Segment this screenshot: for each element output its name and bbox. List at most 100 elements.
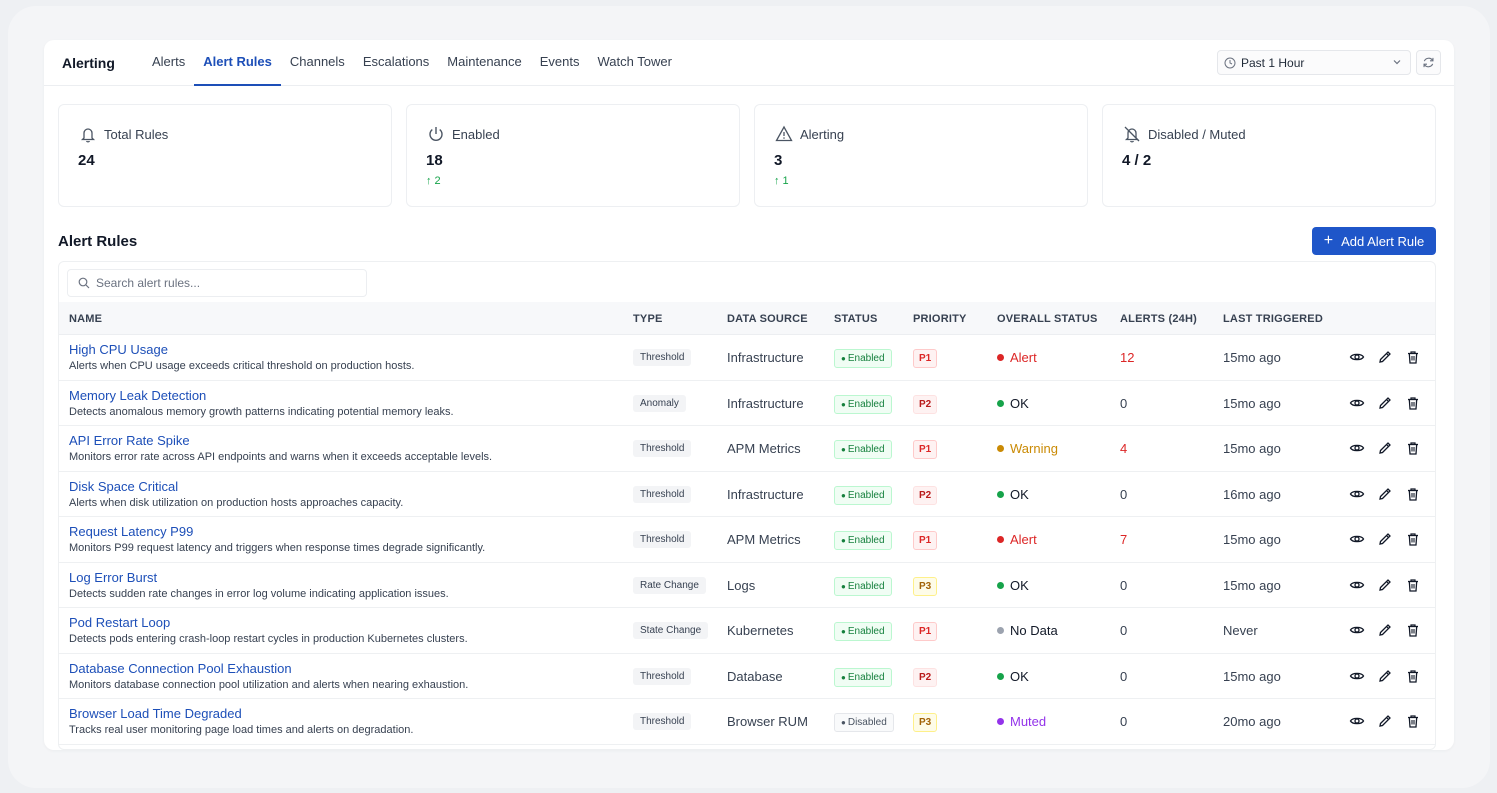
overall-status: OK bbox=[997, 487, 1029, 502]
delete-icon[interactable] bbox=[1405, 577, 1421, 593]
stat-value: 4 / 2 bbox=[1122, 152, 1152, 169]
view-icon[interactable] bbox=[1349, 577, 1365, 593]
last-triggered: Never bbox=[1223, 623, 1258, 638]
rule-name-link[interactable]: Request Latency P99 bbox=[69, 524, 193, 539]
type-badge: Threshold bbox=[633, 485, 692, 503]
alert-rules-table: NAME TYPE DATA SOURCE STATUS PRIORITY OVERALL… bbox=[58, 261, 1436, 750]
overall-status-dot bbox=[997, 627, 1004, 634]
view-icon[interactable] bbox=[1349, 349, 1365, 365]
overall-status-label: OK bbox=[1010, 577, 1029, 593]
overall-status-dot bbox=[997, 581, 1004, 589]
delete-icon[interactable] bbox=[1405, 440, 1421, 456]
view-icon[interactable] bbox=[1349, 668, 1365, 684]
rule-name-link[interactable]: API Error Rate Spike bbox=[69, 433, 190, 448]
overall-status-dot bbox=[997, 672, 1004, 680]
table-row[interactable]: Memory Leak Detection Detects anomalous m… bbox=[59, 381, 1435, 426]
delete-icon[interactable] bbox=[1405, 622, 1421, 638]
section-title: Alert Rules bbox=[58, 233, 138, 250]
edit-icon[interactable] bbox=[1377, 395, 1393, 411]
tab-escalations[interactable]: Escalations bbox=[354, 40, 438, 86]
table-row[interactable]: Database Connection Pool Exhaustion Monit… bbox=[59, 654, 1435, 699]
edit-icon[interactable] bbox=[1377, 713, 1393, 729]
tab-channels[interactable]: Channels bbox=[281, 40, 354, 86]
refresh-icon bbox=[1423, 57, 1434, 68]
delete-icon[interactable] bbox=[1405, 713, 1421, 729]
edit-icon[interactable] bbox=[1377, 531, 1393, 547]
type-badge: Rate Change bbox=[633, 576, 706, 594]
view-icon[interactable] bbox=[1349, 486, 1365, 502]
search-input[interactable] bbox=[96, 276, 336, 290]
delete-icon[interactable] bbox=[1405, 486, 1421, 502]
stat-card-enabled: Enabled 18 ↑ 2 bbox=[406, 104, 740, 207]
table-row[interactable]: Pod Restart Loop Detects pods entering cr… bbox=[59, 608, 1435, 654]
view-icon[interactable] bbox=[1349, 395, 1365, 411]
alerts-count: 0 bbox=[1120, 714, 1128, 729]
rule-name-link[interactable]: Log Error Burst bbox=[69, 570, 157, 585]
power-icon bbox=[429, 127, 443, 141]
add-alert-rule-button[interactable]: + Add Alert Rule bbox=[1312, 227, 1436, 255]
search-icon bbox=[78, 277, 90, 289]
bell-off-icon bbox=[1124, 126, 1140, 143]
table-row[interactable]: High CPU Usage Alerts when CPU usage exce… bbox=[59, 335, 1435, 381]
column-header-priority: PRIORITY bbox=[913, 313, 967, 325]
table-row[interactable]: API Error Rate Spike Monitors error rate … bbox=[59, 426, 1435, 472]
overall-status: Muted bbox=[997, 714, 1046, 729]
search-box[interactable] bbox=[67, 269, 367, 297]
overall-status: No Data bbox=[997, 623, 1058, 638]
rule-name-link[interactable]: Pod Restart Loop bbox=[69, 615, 170, 630]
edit-icon[interactable] bbox=[1377, 622, 1393, 638]
edit-icon[interactable] bbox=[1377, 668, 1393, 684]
time-range-select[interactable]: Past 1 Hour bbox=[1217, 50, 1411, 75]
rule-name-link[interactable]: High CPU Usage bbox=[69, 342, 168, 357]
app-title: Alerting bbox=[62, 55, 115, 71]
delete-icon[interactable] bbox=[1405, 395, 1421, 411]
delete-icon[interactable] bbox=[1405, 531, 1421, 547]
tab-alerts[interactable]: Alerts bbox=[143, 40, 194, 86]
view-icon[interactable] bbox=[1349, 622, 1365, 638]
refresh-button[interactable] bbox=[1416, 50, 1441, 75]
tab-events[interactable]: Events bbox=[531, 40, 589, 86]
tab-maintenance[interactable]: Maintenance bbox=[438, 40, 530, 86]
priority-badge: P3 bbox=[913, 713, 938, 732]
status-label: Enabled bbox=[847, 535, 885, 546]
view-icon[interactable] bbox=[1349, 531, 1365, 547]
status-label: Enabled bbox=[847, 398, 885, 410]
alerts-count: 4 bbox=[1120, 441, 1128, 456]
tab-alert-rules[interactable]: Alert Rules bbox=[194, 40, 281, 86]
rule-name-link[interactable]: Browser Load Time Degraded bbox=[69, 706, 242, 721]
priority-badge: P1 bbox=[913, 349, 938, 368]
table-row[interactable]: Disk Space Critical Alerts when disk util… bbox=[59, 472, 1435, 517]
overall-status-label: OK bbox=[1010, 486, 1029, 502]
table-row[interactable]: Request Latency P99 Monitors P99 request … bbox=[59, 517, 1435, 563]
delete-icon[interactable] bbox=[1405, 349, 1421, 365]
status-badge: ● Enabled bbox=[834, 485, 892, 505]
rule-name-link[interactable]: Disk Space Critical bbox=[69, 479, 178, 494]
status-label: Enabled bbox=[847, 489, 885, 501]
priority-badge: P2 bbox=[913, 394, 938, 414]
status-label: Disabled bbox=[847, 717, 887, 728]
table-row[interactable]: Log Error Burst Detects sudden rate chang… bbox=[59, 563, 1435, 608]
type-badge: Threshold bbox=[633, 531, 692, 548]
edit-icon[interactable] bbox=[1377, 440, 1393, 456]
view-icon[interactable] bbox=[1349, 713, 1365, 729]
last-triggered: 15mo ago bbox=[1223, 532, 1281, 547]
overall-status-label: Alert bbox=[1010, 350, 1037, 365]
tab-watch-tower[interactable]: Watch Tower bbox=[589, 40, 681, 86]
stat-trend: ↑ 2 bbox=[426, 175, 441, 187]
view-icon[interactable] bbox=[1349, 440, 1365, 456]
edit-icon[interactable] bbox=[1377, 349, 1393, 365]
status-dot: ● bbox=[841, 718, 846, 727]
edit-icon[interactable] bbox=[1377, 486, 1393, 502]
rule-description: Monitors P99 request latency and trigger… bbox=[69, 542, 486, 554]
type-badge: State Change bbox=[633, 622, 709, 639]
rule-name-link[interactable]: Memory Leak Detection bbox=[69, 388, 206, 403]
status-dot: ● bbox=[841, 581, 846, 591]
edit-icon[interactable] bbox=[1377, 577, 1393, 593]
status-dot: ● bbox=[841, 445, 846, 454]
table-row[interactable]: Browser Load Time Degraded Tracks real us… bbox=[59, 699, 1435, 745]
last-triggered: 15mo ago bbox=[1223, 395, 1281, 411]
delete-icon[interactable] bbox=[1405, 668, 1421, 684]
rule-name-link[interactable]: Database Connection Pool Exhaustion bbox=[69, 661, 292, 676]
alerts-count: 0 bbox=[1120, 577, 1128, 593]
data-source: Database bbox=[727, 668, 783, 684]
